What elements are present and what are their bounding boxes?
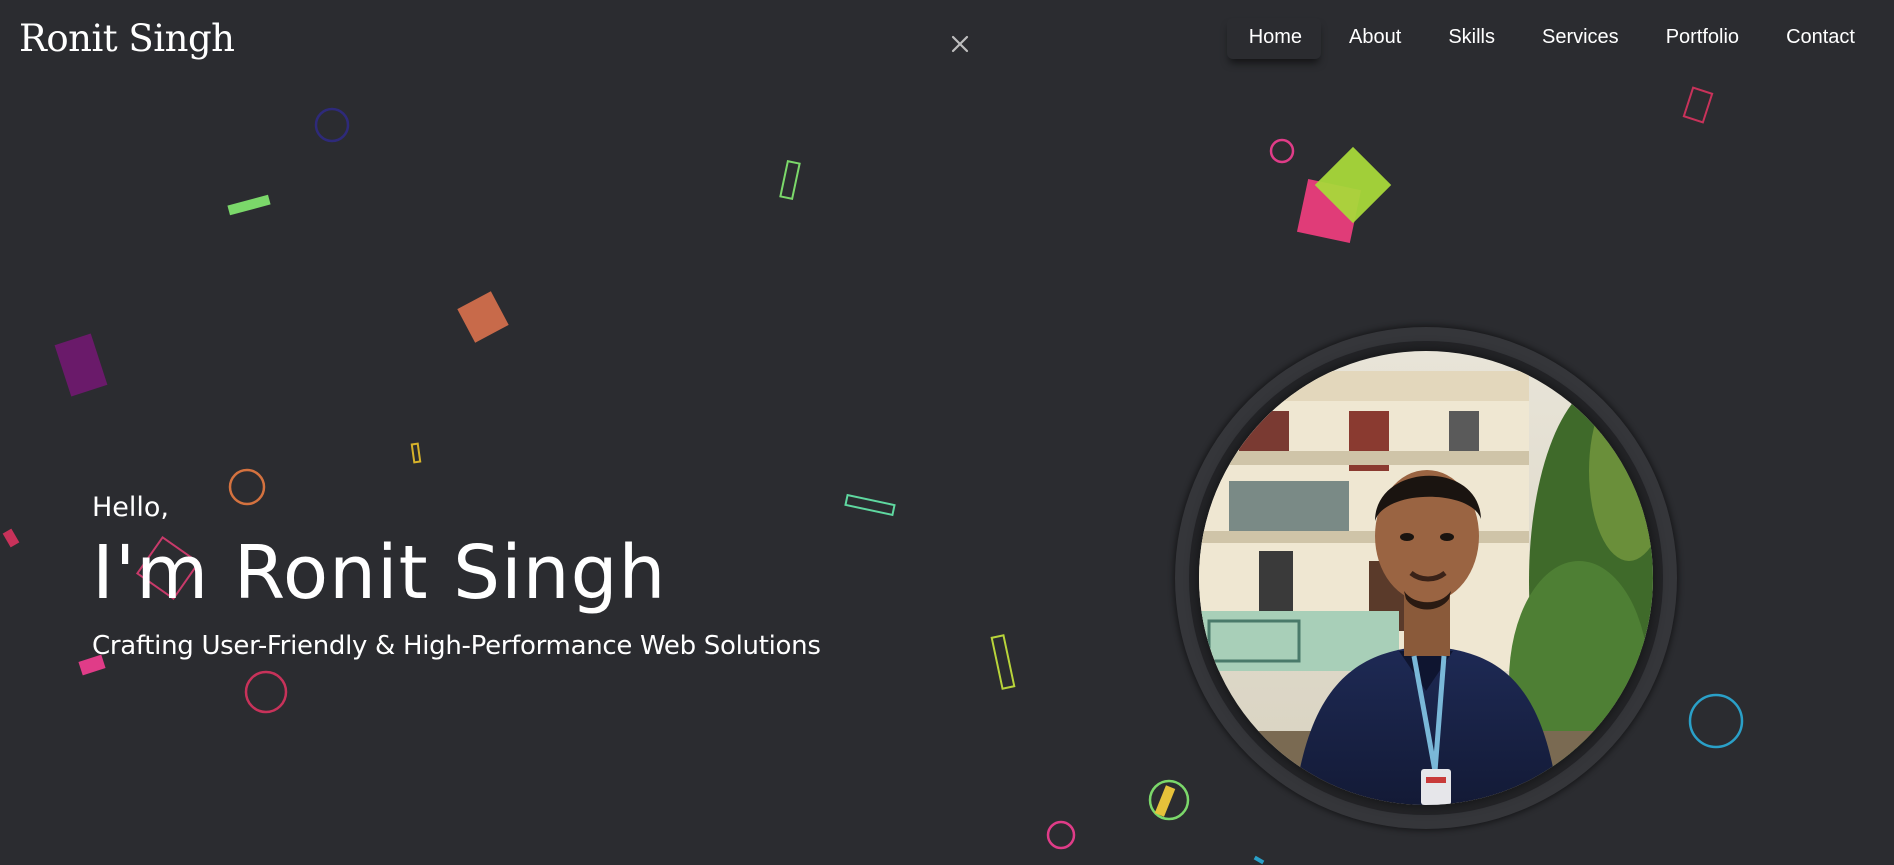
confetti-rect bbox=[1253, 855, 1265, 865]
nav-item-skills[interactable]: Skills bbox=[1426, 18, 1514, 59]
confetti-rect bbox=[457, 291, 509, 343]
nav-item-home[interactable]: Home bbox=[1227, 18, 1321, 59]
confetti-rect bbox=[2, 528, 20, 548]
nav-item-portfolio[interactable]: Portfolio bbox=[1644, 18, 1758, 59]
confetti-rect bbox=[54, 333, 108, 397]
confetti-circle bbox=[1148, 779, 1190, 821]
confetti-rect bbox=[990, 634, 1016, 690]
confetti-circle bbox=[1269, 138, 1295, 164]
nav-item-about[interactable]: About bbox=[1327, 18, 1420, 59]
hero-name: I'm Ronit Singh bbox=[92, 530, 667, 616]
confetti-rect bbox=[1154, 785, 1176, 817]
main-nav: Home About Skills Services Portfolio Con… bbox=[1221, 18, 1874, 59]
confetti-circle bbox=[1046, 820, 1076, 850]
close-icon bbox=[951, 35, 969, 53]
confetti-rect bbox=[1296, 178, 1362, 244]
confetti-rect bbox=[227, 194, 271, 216]
confetti-rect bbox=[1682, 86, 1714, 124]
confetti-circle bbox=[1688, 693, 1744, 749]
hero-section: Hello, I'm Ronit Singh Crafting User-Fri… bbox=[92, 486, 821, 664]
portfolio-page: Ronit Singh Home About Skills Services P… bbox=[0, 0, 1894, 865]
nav-item-services[interactable]: Services bbox=[1520, 18, 1638, 59]
confetti-rect bbox=[1314, 146, 1392, 224]
profile-photo-illustration bbox=[1199, 351, 1653, 805]
hero-greeting: Hello, bbox=[92, 492, 170, 523]
confetti-circle bbox=[244, 670, 288, 714]
confetti-circle bbox=[314, 107, 350, 143]
confetti-rect bbox=[410, 442, 422, 464]
confetti-rect bbox=[844, 493, 896, 517]
close-button[interactable] bbox=[946, 30, 974, 58]
site-logo[interactable]: Ronit Singh bbox=[19, 14, 235, 64]
profile-photo bbox=[1199, 351, 1653, 805]
hero-tagline: Crafting User-Friendly & High-Performanc… bbox=[92, 631, 821, 661]
nav-item-contact[interactable]: Contact bbox=[1764, 18, 1874, 59]
confetti-rect bbox=[779, 159, 801, 201]
